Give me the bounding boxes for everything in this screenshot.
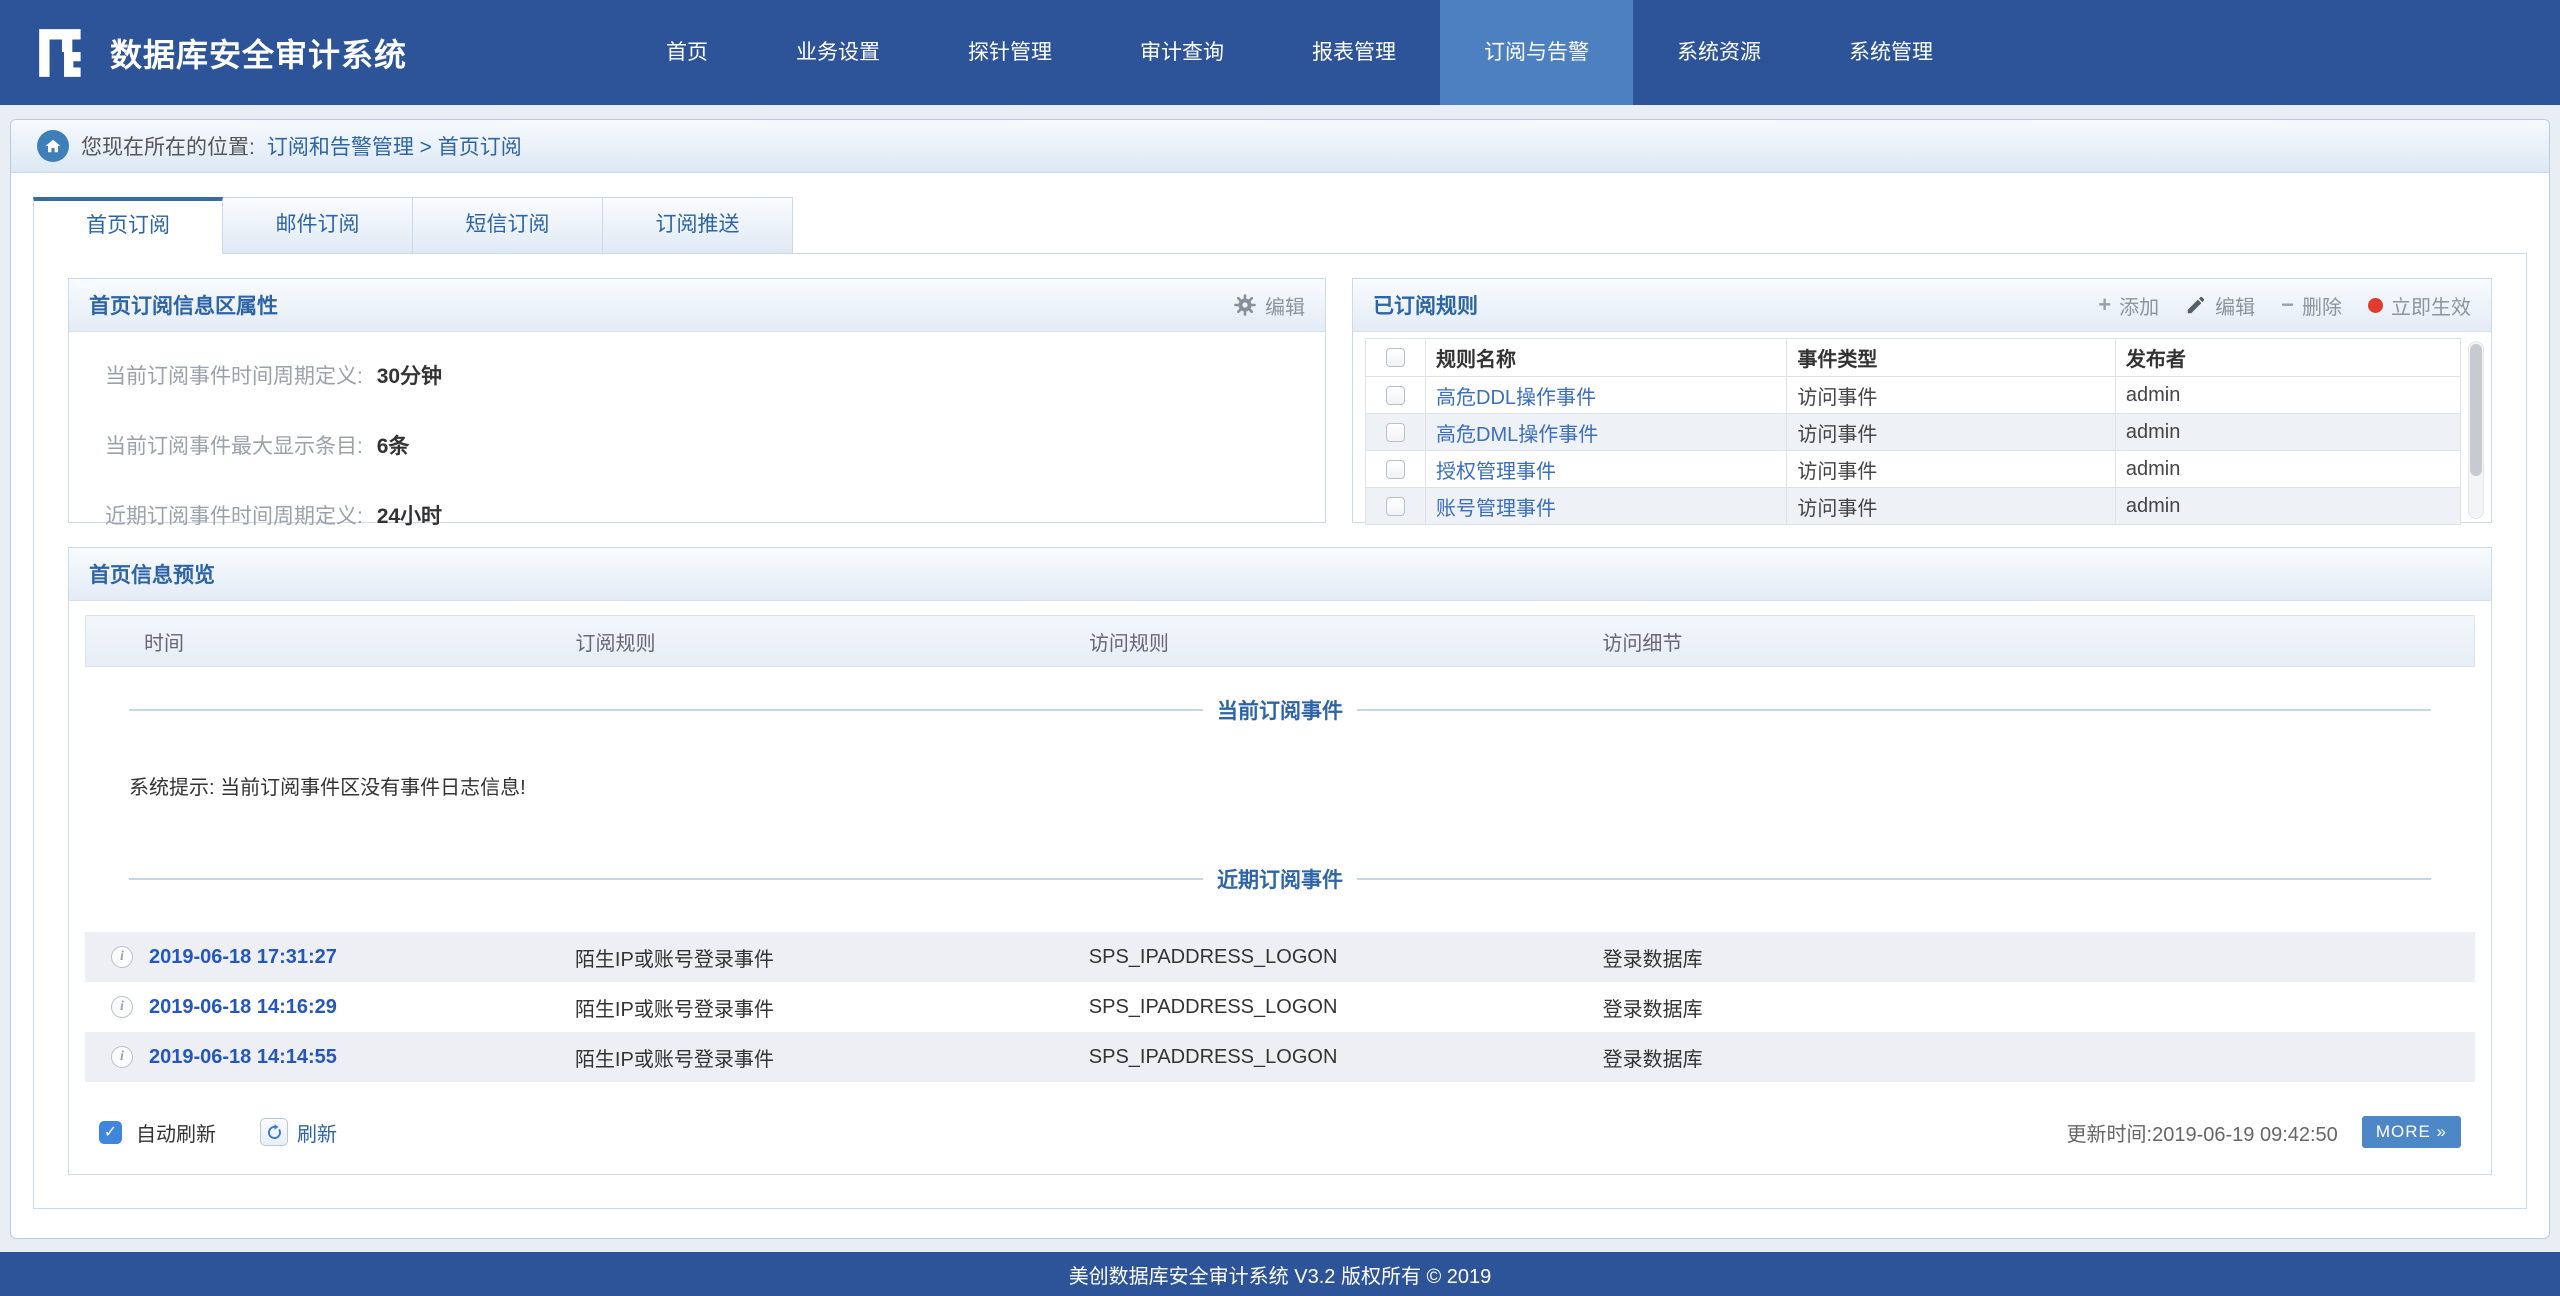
plus-icon: + xyxy=(2098,294,2111,316)
current-events-divider: 当前订阅事件 xyxy=(129,695,2431,725)
nav-item-probe-management[interactable]: 探针管理 xyxy=(924,0,1096,105)
refresh-label: 刷新 xyxy=(297,1118,337,1147)
rules-scrollbar-thumb[interactable] xyxy=(2470,344,2482,476)
event-time-link[interactable]: 2019-06-18 17:31:27 xyxy=(149,946,337,969)
tab-email-subscription[interactable]: 邮件订阅 xyxy=(223,197,413,254)
breadcrumb: 您现在所在的位置: 订阅和告警管理 > 首页订阅 xyxy=(11,120,2549,173)
rules-scrollbar xyxy=(2468,341,2484,519)
tab-subscription-push[interactable]: 订阅推送 xyxy=(603,197,793,254)
pencil-icon xyxy=(2185,294,2207,316)
edit-props-button[interactable]: 编辑 xyxy=(1233,291,1305,320)
info-icon[interactable]: i xyxy=(111,1046,133,1068)
footer: 美创数据库安全审计系统 V3.2 版权所有 © 2019 xyxy=(0,1252,2560,1296)
rule-checkbox[interactable] xyxy=(1386,460,1405,479)
tab-sms-subscription[interactable]: 短信订阅 xyxy=(413,197,603,254)
event-time-link[interactable]: 2019-06-18 14:16:29 xyxy=(149,996,337,1019)
event-row: i 2019-06-18 14:14:55 陌生IP或账号登录事件 SPS_IP… xyxy=(85,1032,2475,1082)
preview-controls: ✓ 自动刷新 刷新 xyxy=(85,1116,2475,1148)
event-time-link[interactable]: 2019-06-18 14:14:55 xyxy=(149,1046,337,1069)
auto-refresh-checkbox[interactable]: ✓ xyxy=(99,1121,122,1144)
nav-item-system-resources[interactable]: 系统资源 xyxy=(1633,0,1805,105)
event-row: i 2019-06-18 17:31:27 陌生IP或账号登录事件 SPS_IP… xyxy=(85,932,2475,982)
edit-props-label: 编辑 xyxy=(1265,291,1305,320)
rule-name-link[interactable]: 授权管理事件 xyxy=(1436,461,1556,483)
prop-recent-period: 近期订阅事件时间周期定义: 24小时 xyxy=(105,500,1289,530)
updated-time: 更新时间:2019-06-19 09:42:50 xyxy=(2067,1118,2338,1147)
preview-table-header: 时间 订阅规则 访问规则 访问细节 xyxy=(85,615,2475,667)
event-row: i 2019-06-18 14:16:29 陌生IP或账号登录事件 SPS_IP… xyxy=(85,982,2475,1032)
tab-content: 首页订阅信息区属性 xyxy=(33,253,2527,1209)
nav-item-home[interactable]: 首页 xyxy=(622,0,752,105)
col-time: 时间 xyxy=(86,627,576,656)
nav-item-subscription-alerts[interactable]: 订阅与告警 xyxy=(1440,0,1633,105)
rules-panel-header: 已订阅规则 + 添加 xyxy=(1353,279,2491,332)
nav-item-audit-query[interactable]: 审计查询 xyxy=(1096,0,1268,105)
recent-events-divider: 近期订阅事件 xyxy=(129,864,2431,894)
rule-checkbox[interactable] xyxy=(1386,386,1405,405)
preview-panel-title: 首页信息预览 xyxy=(89,559,215,589)
home-preview-panel: 首页信息预览 时间 订阅规则 访问规则 访问细节 当前订阅事件 系统提示: 当前… xyxy=(68,547,2492,1175)
select-all-checkbox[interactable] xyxy=(1386,348,1405,367)
gear-icon xyxy=(1233,293,1257,317)
rule-row: 账号管理事件 访问事件 admin xyxy=(1366,488,2461,525)
rule-row: 高危DDL操作事件 访问事件 admin xyxy=(1366,377,2461,414)
edit-rule-button[interactable]: 编辑 xyxy=(2185,291,2255,320)
breadcrumb-path[interactable]: 订阅和告警管理 > 首页订阅 xyxy=(267,131,522,161)
props-panel-title: 首页订阅信息区属性 xyxy=(89,290,278,320)
red-dot-icon xyxy=(2368,298,2383,313)
delete-rule-button[interactable]: − 删除 xyxy=(2281,291,2342,320)
empty-events-message: 系统提示: 当前订阅事件区没有事件日志信息! xyxy=(129,771,2475,800)
top-nav: 数据库安全审计系统 首页 业务设置 探针管理 审计查询 报表管理 订阅与告警 系… xyxy=(0,0,2560,105)
rule-name-link[interactable]: 高危DML操作事件 xyxy=(1436,424,1598,446)
apply-now-button[interactable]: 立即生效 xyxy=(2368,291,2471,320)
check-icon: ✓ xyxy=(104,1122,117,1142)
preview-panel-header: 首页信息预览 xyxy=(69,548,2491,601)
refresh-button[interactable]: 刷新 xyxy=(260,1118,337,1147)
info-icon[interactable]: i xyxy=(111,946,133,968)
subscribed-rules-panel: 已订阅规则 + 添加 xyxy=(1352,278,2492,523)
rule-name-link[interactable]: 账号管理事件 xyxy=(1436,498,1556,520)
rules-panel-title: 已订阅规则 xyxy=(1373,290,1478,320)
tab-bar: 首页订阅 邮件订阅 短信订阅 订阅推送 xyxy=(33,197,2527,254)
add-rule-button[interactable]: + 添加 xyxy=(2098,291,2159,320)
nav-item-report-management[interactable]: 报表管理 xyxy=(1268,0,1440,105)
rule-checkbox[interactable] xyxy=(1386,497,1405,516)
rule-name-link[interactable]: 高危DDL操作事件 xyxy=(1436,387,1596,409)
col-access-detail: 访问细节 xyxy=(1602,627,2474,656)
prop-current-period: 当前订阅事件时间周期定义: 30分钟 xyxy=(105,360,1289,390)
refresh-icon xyxy=(260,1118,288,1146)
nav-menu: 首页 业务设置 探针管理 审计查询 报表管理 订阅与告警 系统资源 系统管理 xyxy=(622,0,1977,105)
nav-item-system-management[interactable]: 系统管理 xyxy=(1805,0,1977,105)
rule-checkbox[interactable] xyxy=(1386,423,1405,442)
col-access-rule: 访问规则 xyxy=(1089,627,1602,656)
tab-home-subscription[interactable]: 首页订阅 xyxy=(33,197,223,254)
app-logo-icon xyxy=(34,24,92,82)
page-body: 您现在所在的位置: 订阅和告警管理 > 首页订阅 首页订阅 邮件订阅 短信订阅 … xyxy=(0,105,2560,1239)
col-rule-name: 规则名称 xyxy=(1426,339,1787,377)
footer-copyright: 美创数据库安全审计系统 V3.2 版权所有 © 2019 xyxy=(1069,1260,1492,1289)
app-title: 数据库安全审计系统 xyxy=(110,30,407,76)
recent-events-list: i 2019-06-18 17:31:27 陌生IP或账号登录事件 SPS_IP… xyxy=(85,932,2475,1082)
rule-row: 授权管理事件 访问事件 admin xyxy=(1366,451,2461,488)
props-panel-header: 首页订阅信息区属性 xyxy=(69,279,1325,332)
subscription-props-panel: 首页订阅信息区属性 xyxy=(68,278,1326,523)
rules-table: 规则名称 事件类型 发布者 高危DDL操作事件 访问事件 admin xyxy=(1365,338,2461,525)
minus-icon: − xyxy=(2281,294,2294,316)
rule-row: 高危DML操作事件 访问事件 admin xyxy=(1366,414,2461,451)
more-button[interactable]: MORE » xyxy=(2362,1116,2461,1148)
home-icon[interactable] xyxy=(37,130,69,162)
col-publisher: 发布者 xyxy=(2115,339,2460,377)
info-icon[interactable]: i xyxy=(111,996,133,1018)
rules-table-header-row: 规则名称 事件类型 发布者 xyxy=(1366,339,2461,377)
nav-item-business-settings[interactable]: 业务设置 xyxy=(752,0,924,105)
col-subscription-rule: 订阅规则 xyxy=(576,627,1089,656)
auto-refresh-label: 自动刷新 xyxy=(136,1118,216,1147)
col-event-type: 事件类型 xyxy=(1787,339,2116,377)
breadcrumb-label: 您现在所在的位置: xyxy=(81,131,255,161)
prop-max-items: 当前订阅事件最大显示条目: 6条 xyxy=(105,430,1289,460)
main-frame: 您现在所在的位置: 订阅和告警管理 > 首页订阅 首页订阅 邮件订阅 短信订阅 … xyxy=(10,119,2550,1239)
